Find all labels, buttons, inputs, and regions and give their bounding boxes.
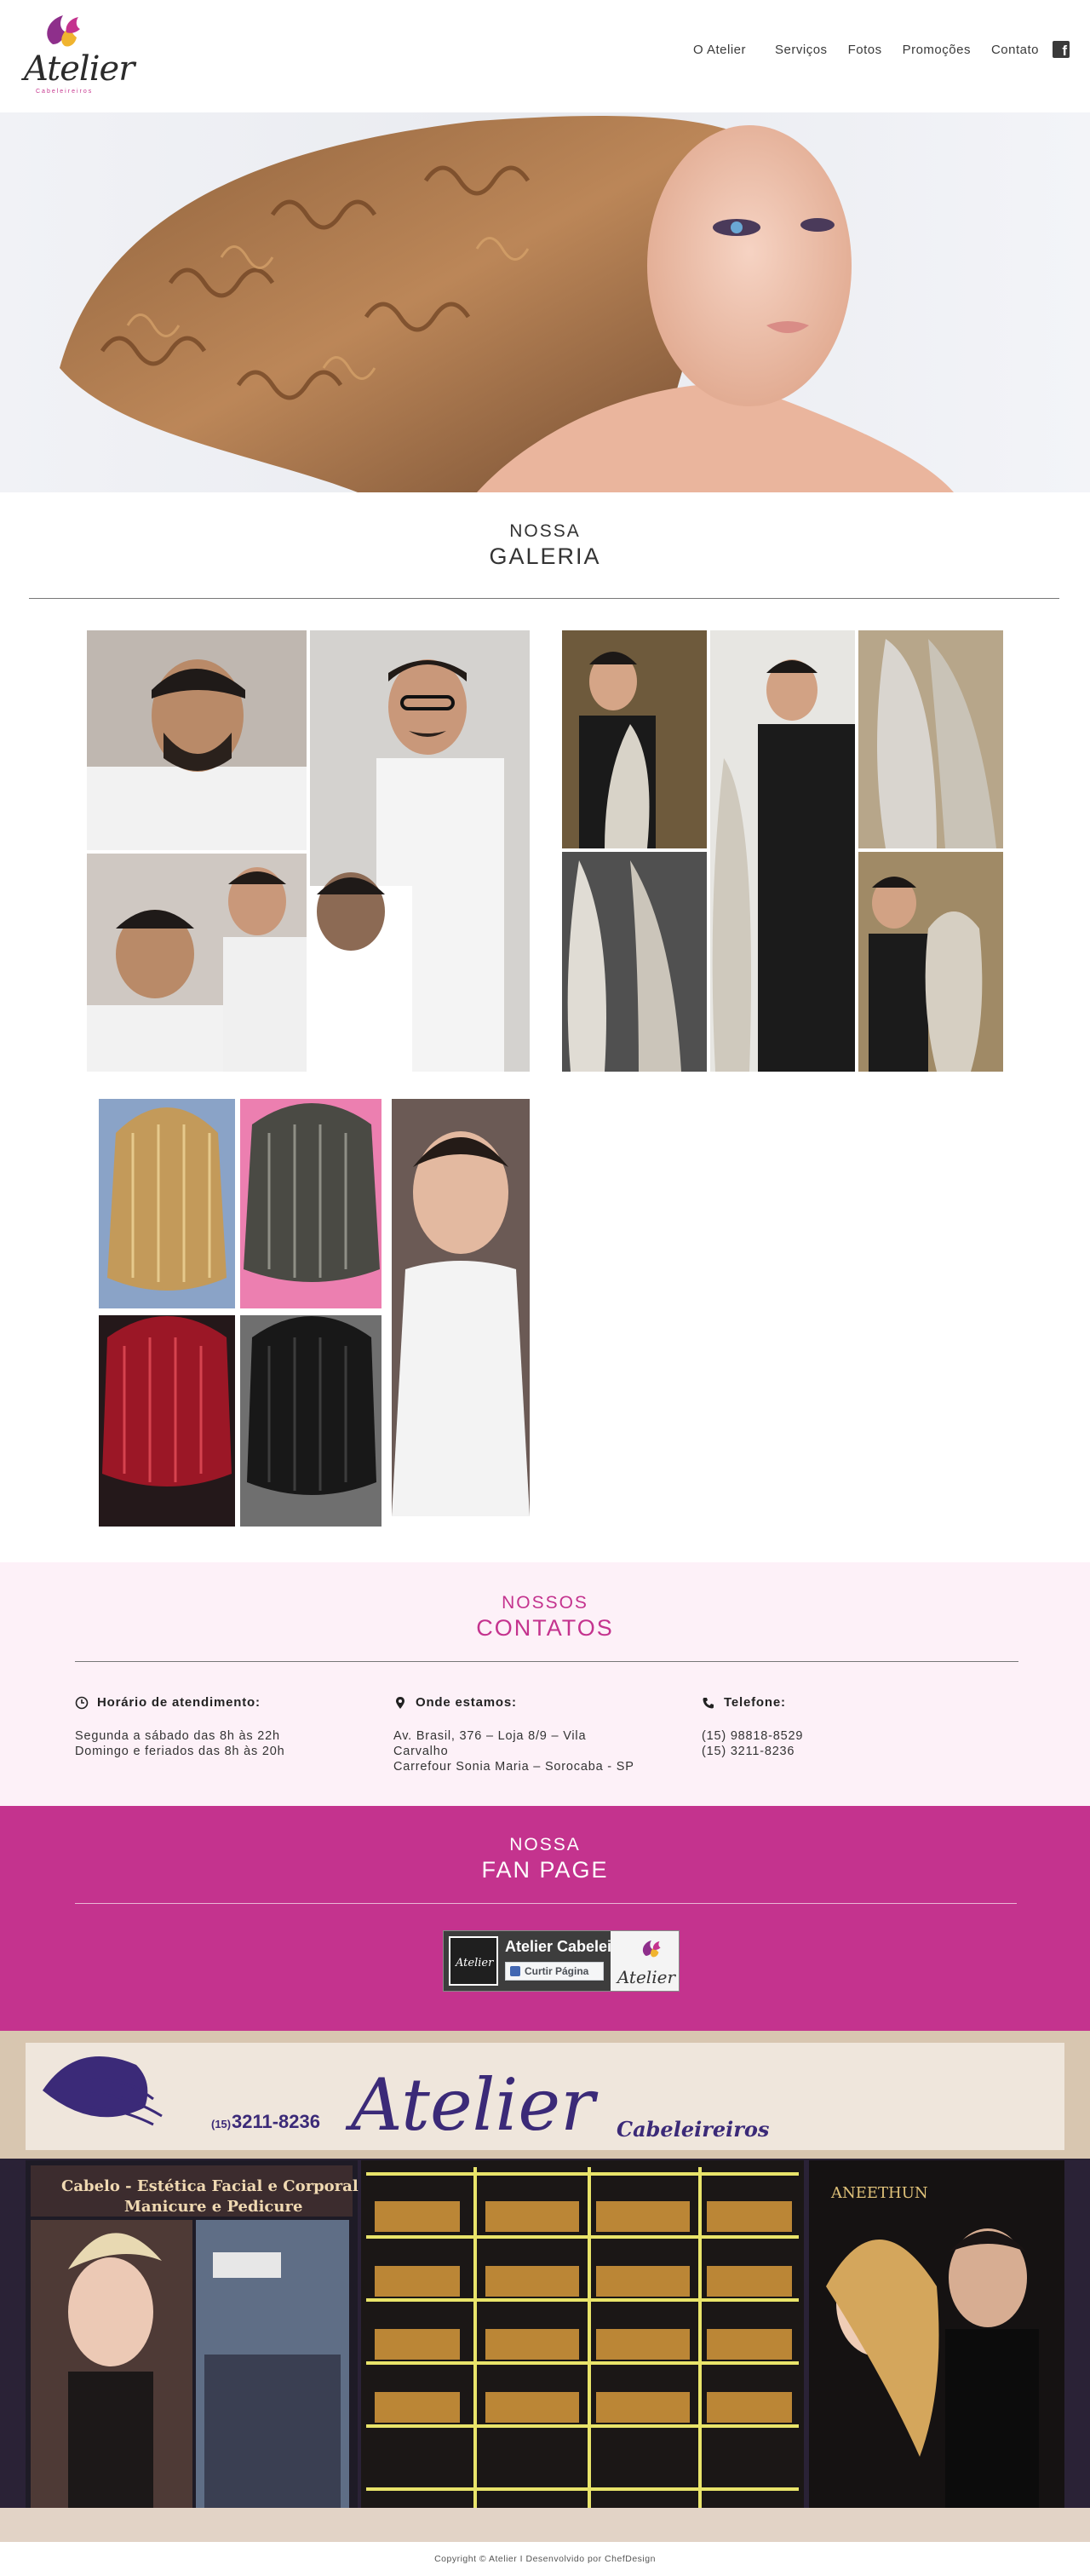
storefront-photo: (15) 3211-8236 Atelier Cabeleireiros Cab… [0,2031,1090,2542]
contacts-divider [75,1661,1018,1662]
haircuts-collage-image [99,1099,530,1527]
gallery-photo-haircuts-collage[interactable] [99,1099,530,1527]
phone-title: Telefone: [724,1695,786,1710]
nav-o-atelier[interactable]: O Atelier [693,43,746,57]
address-line: Carvalho [393,1745,449,1758]
fanpage-heading-small: NOSSA [509,1835,581,1854]
fanpage-divider [75,1903,1017,1904]
logo-tagline: Cabeleireiros [36,89,94,95]
site-header: Atelier Cabeleireiros O Atelier Serviços… [0,0,1090,112]
location-title: Onde estamos: [416,1695,517,1710]
gallery-heading-large: GALERIA [489,543,601,569]
fanpage-heading: NOSSA FAN PAGE [0,1835,1090,1883]
fanpage-section: NOSSA FAN PAGE Atelier Atelier Cabeleire… [0,1806,1090,2031]
contacts-heading-large: CONTATOS [476,1615,614,1641]
contact-hours: Horário de atendimento: Segunda a sábado… [75,1695,347,1759]
footer-copyright: Copyright © Atelier I Desenvolvido por C… [434,2554,656,2564]
gallery-photo-barber-collage[interactable] [87,630,530,1072]
facebook-icon[interactable]: f [1053,41,1070,58]
extensions-collage-image [562,630,1003,1072]
address-line: Av. Brasil, 376 – Loja 8/9 – Vila [393,1729,587,1743]
hero-banner [0,112,1090,492]
fanpage-logo: Atelier [611,1931,679,1991]
site-footer: Copyright © Atelier I Desenvolvido por C… [0,2542,1090,2576]
gallery-heading-small: NOSSA [509,521,581,541]
fanpage-logo-text: Atelier [617,1967,675,1987]
main-nav: O Atelier Serviços Fotos Promoções Conta… [693,41,1070,58]
gallery-heading: NOSSA GALERIA [0,521,1090,570]
logo-drop-icon [642,1940,661,1958]
sign-phone-prefix: (15) [211,2118,231,2130]
sign-phone: 3211-8236 [232,2111,320,2132]
contact-location: Onde estamos: Av. Brasil, 376 – Loja 8/9… [393,1695,666,1774]
nav-contato[interactable]: Contato [991,43,1039,57]
sign-brand-sub: Cabeleireiros [617,2117,770,2142]
hours-title: Horário de atendimento: [97,1695,261,1710]
gallery-photo-extensions-collage[interactable] [562,630,1003,1072]
phone-number[interactable]: (15) 3211-8236 [702,1744,974,1759]
contacts-section: NOSSOS CONTATOS Horário de atendimento: … [0,1562,1090,1806]
logo[interactable]: Atelier Cabeleireiros [24,12,135,95]
hero-model-image [60,116,954,492]
sign-services-2: Manicure e Pedicure [124,2198,302,2216]
like-page-button[interactable]: Curtir Página [505,1962,604,1981]
nav-promocoes[interactable]: Promoções [903,43,971,57]
clock-icon [75,1696,89,1710]
contacts-heading-small: NOSSOS [502,1593,588,1613]
sign-brand: Atelier [345,2063,599,2147]
gallery-divider [29,598,1059,599]
facebook-page-widget[interactable]: Atelier Atelier Cabeleirei... Curtir Pág… [443,1930,680,1992]
logo-wordmark: Atelier [24,49,135,89]
sign-partner: ANEETHUN [830,2184,928,2202]
storefront-image: (15) 3211-8236 Atelier Cabeleireiros Cab… [0,2031,1090,2542]
address-line: Carrefour Sonia Maria – Sorocaba - SP [393,1760,634,1774]
phone-number[interactable]: (15) 98818-8529 [702,1728,974,1744]
sign-services-1: Cabelo - Estética Facial e Corporal [61,2177,359,2195]
hours-line: Domingo e feriados das 8h às 20h [75,1745,285,1758]
nav-fotos[interactable]: Fotos [848,43,882,57]
contact-phone: Telefone: (15) 98818-8529 (15) 3211-8236 [702,1695,974,1759]
contacts-heading: NOSSOS CONTATOS [0,1593,1090,1642]
fanpage-avatar: Atelier [449,1936,498,1986]
fanpage-heading-large: FAN PAGE [481,1857,609,1883]
phone-icon [702,1696,715,1710]
logo-drop-icon [47,15,80,47]
nav-servicos[interactable]: Serviços [775,43,828,57]
hours-line: Segunda a sábado das 8h às 22h [75,1729,280,1743]
barber-collage-image [87,630,530,1072]
map-pin-icon [393,1696,407,1710]
